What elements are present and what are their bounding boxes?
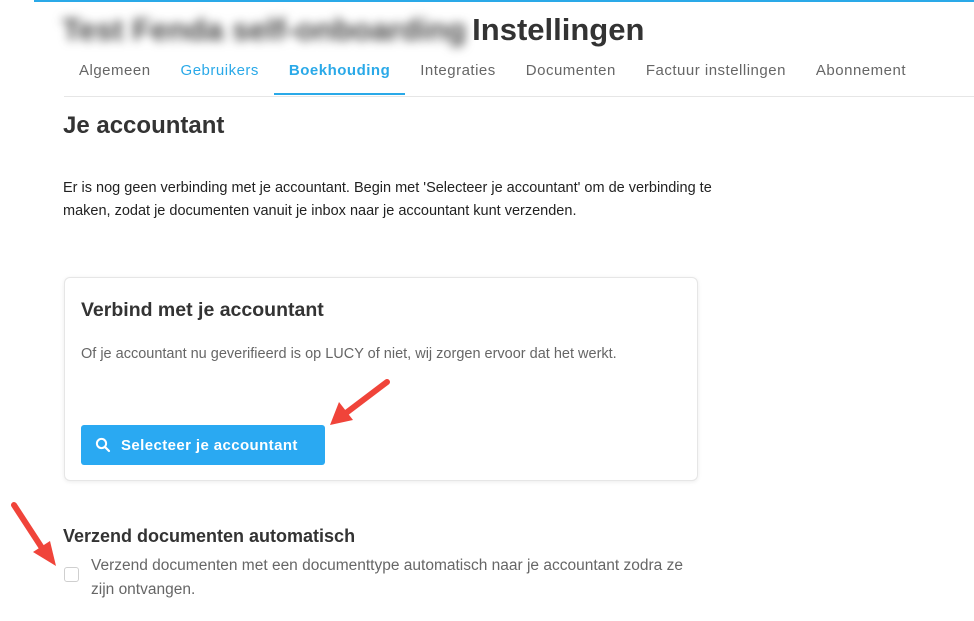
page-header: Test Fenda self-onboarding Instellingen [62,10,644,50]
tab-abonnement[interactable]: Abonnement [801,52,921,95]
annotation-arrow-checkbox [11,502,56,566]
select-accountant-label: Selecteer je accountant [121,436,298,454]
settings-tabs: Algemeen Gebruikers Boekhouding Integrat… [64,52,974,97]
auto-send-title: Verzend documenten automatisch [63,526,356,546]
card-description: Of je accountant nu geverifieerd is op L… [81,346,617,362]
company-name: Test Fenda self-onboarding [62,12,467,47]
tab-integraties[interactable]: Integraties [405,52,511,95]
auto-send-checkbox[interactable] [64,567,79,582]
intro-text: Er is nog geen verbinding met je account… [63,180,712,219]
search-icon [95,437,111,453]
tab-factuur-instellingen[interactable]: Factuur instellingen [631,52,801,95]
card-title: Verbind met je accountant [81,299,324,321]
tab-algemeen[interactable]: Algemeen [64,52,166,95]
tab-documenten[interactable]: Documenten [511,52,631,95]
select-accountant-button[interactable]: Selecteer je accountant [81,425,325,465]
auto-send-label[interactable]: Verzend documenten met een documenttype … [91,554,701,602]
page-title: Instellingen [472,12,645,47]
tab-boekhouding[interactable]: Boekhouding [273,52,406,95]
annotation-arrow-button [330,379,390,425]
top-accent-line [34,0,974,2]
tab-gebruikers[interactable]: Gebruikers [166,52,274,95]
section-title: Je accountant [63,112,225,139]
